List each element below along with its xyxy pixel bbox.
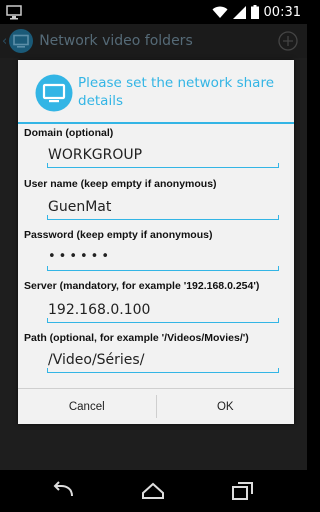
battery-icon: [250, 5, 259, 19]
notification-monitor-icon: [6, 5, 22, 20]
password-field-underline: [47, 266, 279, 271]
server-field[interactable]: 192.168.0.100: [48, 302, 150, 318]
wifi-icon: [212, 6, 228, 18]
network-share-dialog: Please set the network share details Dom…: [18, 60, 294, 424]
navigation-bar: [0, 470, 307, 512]
dialog-title: Please set the network share details: [78, 75, 275, 109]
password-label: Password (keep empty if anonymous): [24, 229, 213, 241]
dialog-title-divider: [18, 122, 294, 124]
cancel-button[interactable]: Cancel: [18, 389, 156, 424]
domain-field[interactable]: WORKGROUP: [48, 147, 142, 163]
username-label: User name (keep empty if anonymous): [24, 178, 217, 190]
domain-field-underline: [47, 163, 279, 168]
dialog-button-bar: Cancel OK: [18, 388, 294, 424]
dialog-header: Please set the network share details: [18, 60, 294, 124]
add-icon[interactable]: [277, 30, 299, 52]
app-monitor-icon[interactable]: [8, 28, 34, 54]
ok-button[interactable]: OK: [157, 389, 295, 424]
action-bar-title: Network video folders: [39, 33, 193, 49]
path-label: Path (optional, for example '/Videos/Mov…: [24, 332, 249, 344]
up-caret-icon[interactable]: ‹: [2, 34, 7, 49]
status-time: 00:31: [263, 4, 301, 20]
signal-icon: [232, 6, 246, 19]
path-field-underline: [47, 368, 279, 373]
recents-icon[interactable]: [229, 479, 257, 503]
status-bar: 00:31: [0, 0, 307, 24]
home-icon[interactable]: [139, 479, 167, 503]
username-field-underline: [47, 215, 279, 220]
monitor-icon: [35, 74, 73, 112]
action-bar: ‹ Network video folders: [0, 24, 307, 58]
username-field[interactable]: GuenMat: [48, 199, 111, 215]
server-label: Server (mandatory, for example '192.168.…: [24, 280, 260, 292]
back-icon[interactable]: [50, 479, 78, 503]
server-field-underline: [47, 318, 279, 323]
domain-label: Domain (optional): [24, 127, 114, 139]
password-field[interactable]: ••••••: [48, 249, 112, 264]
path-field[interactable]: /Video/Séries/: [48, 352, 144, 368]
